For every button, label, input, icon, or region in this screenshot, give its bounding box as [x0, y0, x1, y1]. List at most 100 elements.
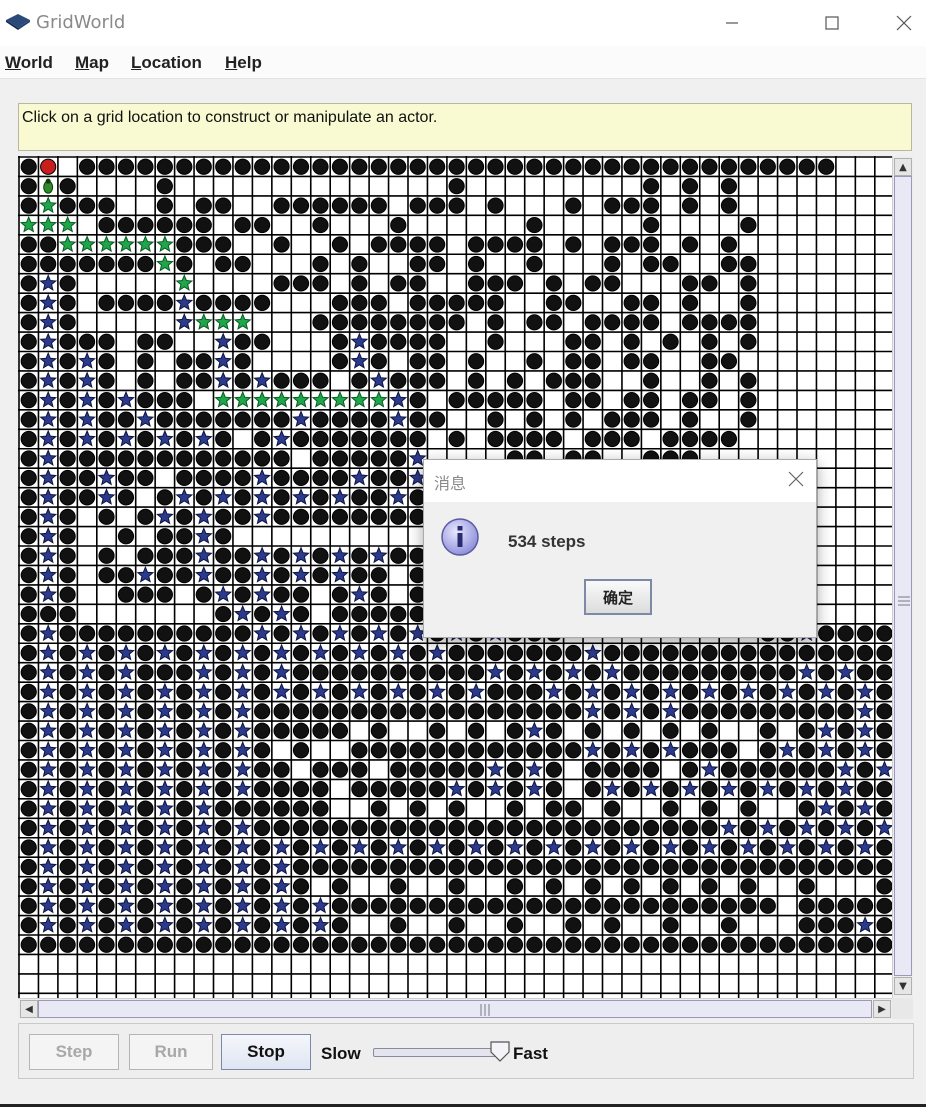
rock[interactable]: [254, 819, 271, 837]
rock[interactable]: [429, 936, 446, 953]
rock[interactable]: [40, 605, 57, 623]
rock[interactable]: [740, 411, 757, 428]
rock[interactable]: [59, 430, 76, 448]
rock[interactable]: [545, 430, 562, 448]
rock[interactable]: [798, 703, 815, 720]
rock[interactable]: [137, 858, 154, 876]
rock[interactable]: [59, 800, 76, 817]
rock[interactable]: [409, 664, 426, 681]
rock[interactable]: [254, 683, 271, 700]
rock[interactable]: [215, 683, 232, 700]
rock[interactable]: [487, 314, 504, 331]
rock[interactable]: [331, 819, 349, 837]
rock[interactable]: [740, 644, 757, 662]
rock[interactable]: [117, 528, 135, 545]
rock[interactable]: [312, 722, 329, 739]
rock[interactable]: [156, 547, 173, 564]
rock[interactable]: [20, 878, 37, 895]
rock[interactable]: [312, 800, 329, 817]
step-button[interactable]: Step: [29, 1034, 119, 1070]
rock[interactable]: [720, 683, 738, 700]
rock[interactable]: [604, 411, 621, 428]
rock[interactable]: [351, 255, 368, 273]
rock[interactable]: [740, 314, 757, 331]
horizontal-scrollbar[interactable]: ◀ ▶: [18, 998, 892, 1019]
rock[interactable]: [98, 761, 115, 778]
flower[interactable]: [194, 429, 213, 447]
flower[interactable]: [156, 740, 174, 758]
flower[interactable]: [78, 760, 96, 778]
rock[interactable]: [467, 742, 485, 759]
rock[interactable]: [798, 917, 815, 934]
rock[interactable]: [526, 236, 543, 253]
rock[interactable]: [487, 858, 504, 876]
rock[interactable]: [818, 897, 835, 914]
rock[interactable]: [662, 333, 679, 350]
rock[interactable]: [254, 216, 271, 234]
rock[interactable]: [681, 761, 699, 778]
rock[interactable]: [467, 236, 485, 253]
flower[interactable]: [253, 546, 271, 564]
rock[interactable]: [818, 761, 835, 778]
rock[interactable]: [681, 197, 699, 214]
rock[interactable]: [215, 508, 232, 525]
flower[interactable]: [39, 468, 58, 486]
rock[interactable]: [117, 469, 135, 487]
menu-map[interactable]: Map: [75, 53, 109, 73]
rock[interactable]: [643, 294, 660, 311]
rock[interactable]: [429, 664, 446, 681]
rock[interactable]: [623, 664, 640, 681]
rock[interactable]: [779, 781, 796, 798]
flower[interactable]: [817, 682, 836, 700]
flower[interactable]: [156, 838, 174, 855]
rock[interactable]: [273, 800, 290, 817]
rock[interactable]: [370, 781, 387, 798]
flower[interactable]: [447, 779, 466, 797]
rock[interactable]: [662, 936, 679, 953]
rock[interactable]: [876, 644, 892, 662]
rock[interactable]: [643, 839, 660, 856]
rock[interactable]: [312, 664, 329, 681]
flower[interactable]: [681, 779, 699, 797]
rock[interactable]: [98, 353, 115, 370]
flower[interactable]: [194, 721, 213, 739]
flower[interactable]: [272, 643, 291, 661]
flower[interactable]: [156, 818, 174, 836]
rock[interactable]: [701, 703, 718, 720]
rock[interactable]: [370, 683, 387, 700]
rock[interactable]: [740, 216, 757, 234]
rock[interactable]: [331, 878, 349, 895]
rock[interactable]: [526, 430, 543, 448]
flower[interactable]: [272, 838, 291, 855]
flower[interactable]: [39, 332, 58, 350]
flower[interactable]: [272, 896, 291, 914]
rock[interactable]: [331, 917, 349, 934]
rock[interactable]: [740, 333, 757, 350]
rock[interactable]: [273, 567, 290, 584]
rock[interactable]: [681, 430, 699, 448]
rock[interactable]: [292, 275, 310, 292]
rock[interactable]: [176, 353, 193, 370]
rock[interactable]: [351, 508, 368, 525]
rock[interactable]: [59, 605, 76, 623]
rock[interactable]: [818, 917, 835, 934]
flower[interactable]: [778, 740, 797, 758]
rock[interactable]: [215, 800, 232, 817]
rock[interactable]: [740, 294, 757, 311]
rock[interactable]: [545, 644, 562, 662]
rock[interactable]: [759, 761, 776, 778]
rock[interactable]: [740, 392, 757, 409]
flower[interactable]: [78, 779, 96, 797]
rock[interactable]: [701, 858, 718, 876]
rock[interactable]: [137, 372, 154, 389]
green-flower[interactable]: [253, 390, 271, 408]
menu-location[interactable]: Location: [131, 53, 202, 73]
green-flower[interactable]: [214, 390, 233, 408]
rock[interactable]: [565, 819, 582, 837]
flower[interactable]: [39, 274, 58, 291]
rock[interactable]: [156, 567, 173, 584]
green-flower[interactable]: [233, 312, 252, 330]
flower[interactable]: [117, 429, 135, 447]
rock[interactable]: [370, 586, 387, 603]
flower[interactable]: [39, 643, 58, 661]
